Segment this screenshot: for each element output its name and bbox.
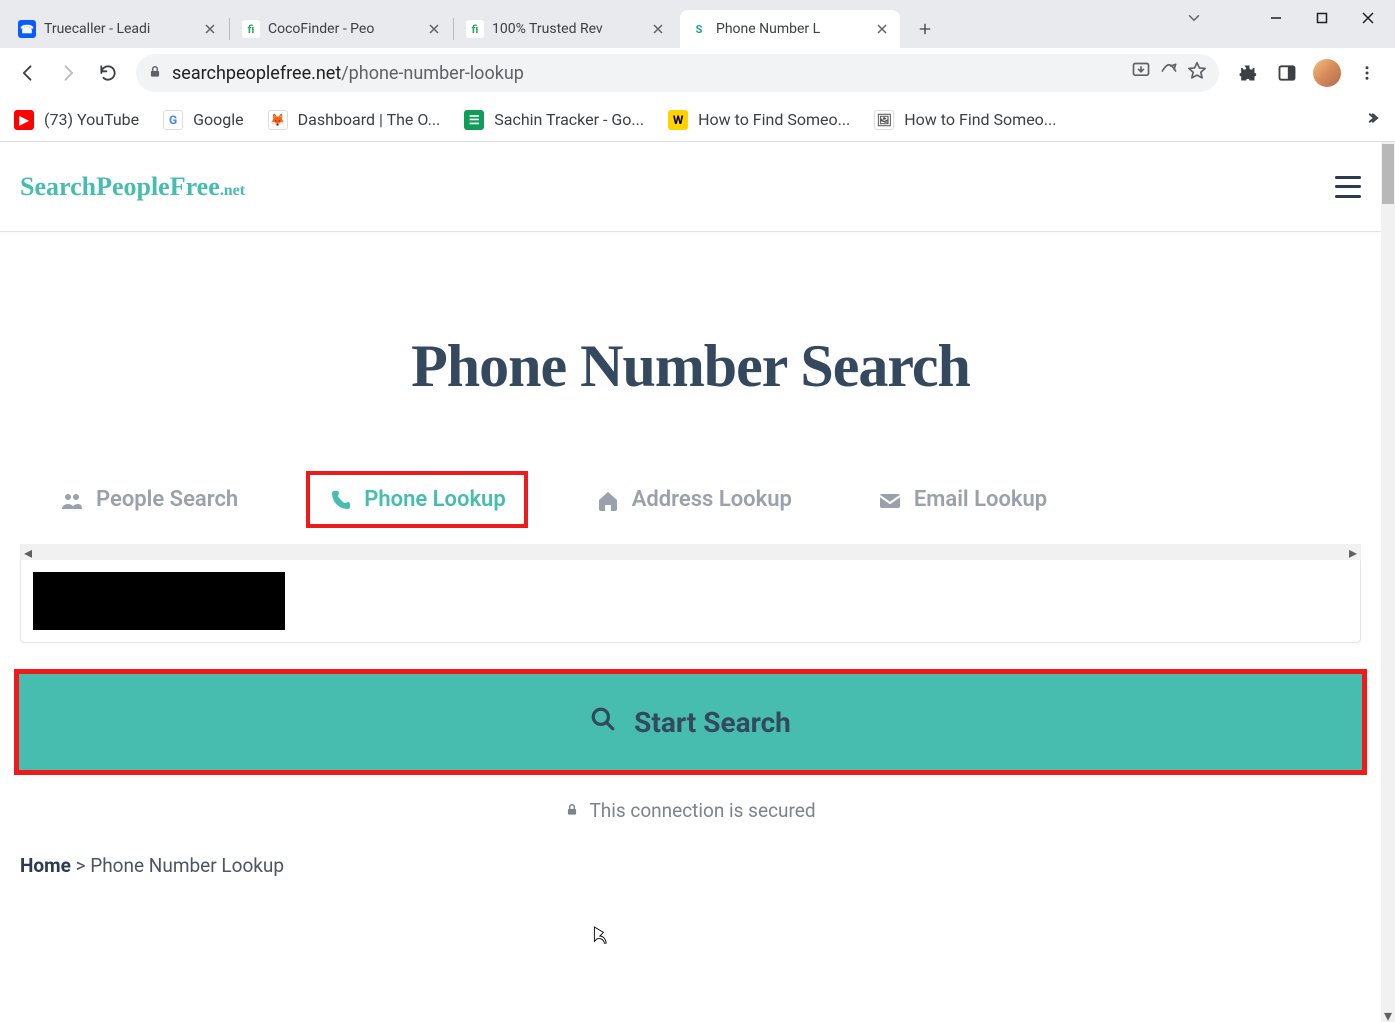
browser-tab-bar: ☎ Truecaller - Leadi fi CocoFinder - Peo fi 1… <box>0 0 1395 48</box>
tab-title: CocoFinder - Peo <box>268 21 420 37</box>
browser-toolbar: searchpeoplefree.net/phone-number-lookup <box>0 48 1395 98</box>
browser-tab[interactable]: fi 100% Trusted Rev <box>456 10 676 48</box>
phone-input[interactable] <box>33 572 285 630</box>
search-icon <box>590 706 616 739</box>
browser-tab[interactable]: ☎ Truecaller - Leadi <box>8 10 228 48</box>
browser-tab[interactable]: S Phone Number L <box>680 10 900 48</box>
tab-search-button[interactable] <box>1173 0 1215 36</box>
tab-label: Address Lookup <box>632 487 792 512</box>
tab-email-lookup[interactable]: Email Lookup <box>860 475 1065 524</box>
bookmark-label: How to Find Someo... <box>698 110 850 129</box>
vertical-scrollbar[interactable]: ▾ <box>1381 142 1395 1022</box>
profile-avatar[interactable] <box>1309 55 1345 91</box>
breadcrumb: Home > Phone Number Lookup <box>20 854 1381 877</box>
bookmark-favicon: G <box>163 110 183 130</box>
url-text: searchpeoplefree.net/phone-number-lookup <box>172 63 524 84</box>
secure-notice: This connection is secured <box>0 799 1381 822</box>
page-content: SearchPeopleFree.net Phone Number Search… <box>0 142 1381 1022</box>
site-header: SearchPeopleFree.net <box>0 142 1381 232</box>
tab-label: Phone Lookup <box>364 487 506 512</box>
bookmark-favicon: 🖼 <box>874 110 894 130</box>
site-logo[interactable]: SearchPeopleFree.net <box>20 172 245 202</box>
chrome-menu-button[interactable] <box>1349 55 1385 91</box>
tab-close-icon[interactable] <box>650 21 666 37</box>
tab-address-lookup[interactable]: Address Lookup <box>578 475 810 524</box>
bookmark-item[interactable]: W How to Find Someo... <box>668 110 850 130</box>
breadcrumb-home[interactable]: Home <box>20 854 71 877</box>
bookmark-favicon: 🦊 <box>268 110 288 130</box>
tab-title: Phone Number L <box>716 21 868 37</box>
tab-label: Email Lookup <box>914 487 1047 512</box>
tab-favicon: fi <box>466 20 484 38</box>
install-app-icon[interactable] <box>1131 61 1151 86</box>
nav-forward-button[interactable] <box>50 55 86 91</box>
page-title: Phone Number Search <box>20 332 1361 401</box>
horizontal-scrollbar[interactable]: ◂ ▸ <box>20 544 1361 560</box>
hamburger-menu-button[interactable] <box>1335 176 1361 198</box>
tab-label: People Search <box>96 487 238 512</box>
extensions-icon[interactable] <box>1229 55 1265 91</box>
bookmark-label: Dashboard | The O... <box>298 110 441 129</box>
bookmark-label: How to Find Someo... <box>904 110 1056 129</box>
nav-reload-button[interactable] <box>90 55 126 91</box>
phone-icon <box>328 489 352 511</box>
start-search-label: Start Search <box>634 706 791 739</box>
bookmark-item[interactable]: G Google <box>163 110 244 130</box>
lock-icon <box>148 63 162 84</box>
breadcrumb-current: Phone Number Lookup <box>90 854 284 877</box>
home-icon <box>596 489 620 511</box>
bookmarks-bar: ▶ (73) YouTube G Google 🦊 Dashboard | The O..… <box>0 98 1395 142</box>
mail-icon <box>878 489 902 511</box>
bookmark-label: (73) YouTube <box>44 110 139 129</box>
sidepanel-icon[interactable] <box>1269 55 1305 91</box>
bookmark-item[interactable]: ▶ (73) YouTube <box>14 110 139 130</box>
window-close-button[interactable] <box>1345 0 1391 36</box>
bookmarks-overflow-button[interactable] <box>1363 109 1381 131</box>
scroll-down-icon[interactable]: ▾ <box>1381 1008 1395 1022</box>
scroll-left-icon[interactable]: ◂ <box>20 544 36 560</box>
mouse-cursor-icon <box>589 925 607 947</box>
browser-tab[interactable]: fi CocoFinder - Peo <box>232 10 452 48</box>
new-tab-button[interactable] <box>910 14 940 44</box>
tab-phone-lookup[interactable]: Phone Lookup <box>306 471 528 528</box>
tab-favicon: ☎ <box>18 20 36 38</box>
bookmark-favicon: W <box>668 110 688 130</box>
bookmark-item[interactable]: 🦊 Dashboard | The O... <box>268 110 441 130</box>
window-minimize-button[interactable] <box>1253 0 1299 36</box>
bookmark-label: Sachin Tracker - Go... <box>494 110 644 129</box>
lock-icon <box>565 799 579 822</box>
start-search-wrapper: Start Search <box>14 669 1367 775</box>
bookmark-item[interactable]: ☰ Sachin Tracker - Go... <box>464 110 644 130</box>
people-icon <box>60 489 84 511</box>
address-bar[interactable]: searchpeoplefree.net/phone-number-lookup <box>136 54 1219 92</box>
bookmark-item[interactable]: 🖼 How to Find Someo... <box>874 110 1056 130</box>
search-input-container <box>20 560 1361 643</box>
window-maximize-button[interactable] <box>1299 0 1345 36</box>
tab-title: 100% Trusted Rev <box>492 21 644 37</box>
bookmark-label: Google <box>193 110 244 129</box>
tab-favicon: fi <box>242 20 260 38</box>
start-search-button[interactable]: Start Search <box>19 674 1362 770</box>
tab-close-icon[interactable] <box>202 21 218 37</box>
share-icon[interactable] <box>1159 61 1179 86</box>
tab-close-icon[interactable] <box>874 21 890 37</box>
hero-section: Phone Number Search <box>0 232 1381 471</box>
tab-favicon: S <box>690 20 708 38</box>
scrollbar-thumb[interactable] <box>1382 144 1394 204</box>
bookmark-favicon: ▶ <box>14 110 34 130</box>
nav-back-button[interactable] <box>10 55 46 91</box>
scroll-right-icon[interactable]: ▸ <box>1345 544 1361 560</box>
tab-people-search[interactable]: People Search <box>42 475 256 524</box>
bookmark-favicon: ☰ <box>464 110 484 130</box>
search-type-tabs: People Search Phone Lookup Address Looku… <box>0 471 1381 528</box>
tab-close-icon[interactable] <box>426 21 442 37</box>
bookmark-star-icon[interactable] <box>1187 61 1207 86</box>
tab-title: Truecaller - Leadi <box>44 21 196 37</box>
